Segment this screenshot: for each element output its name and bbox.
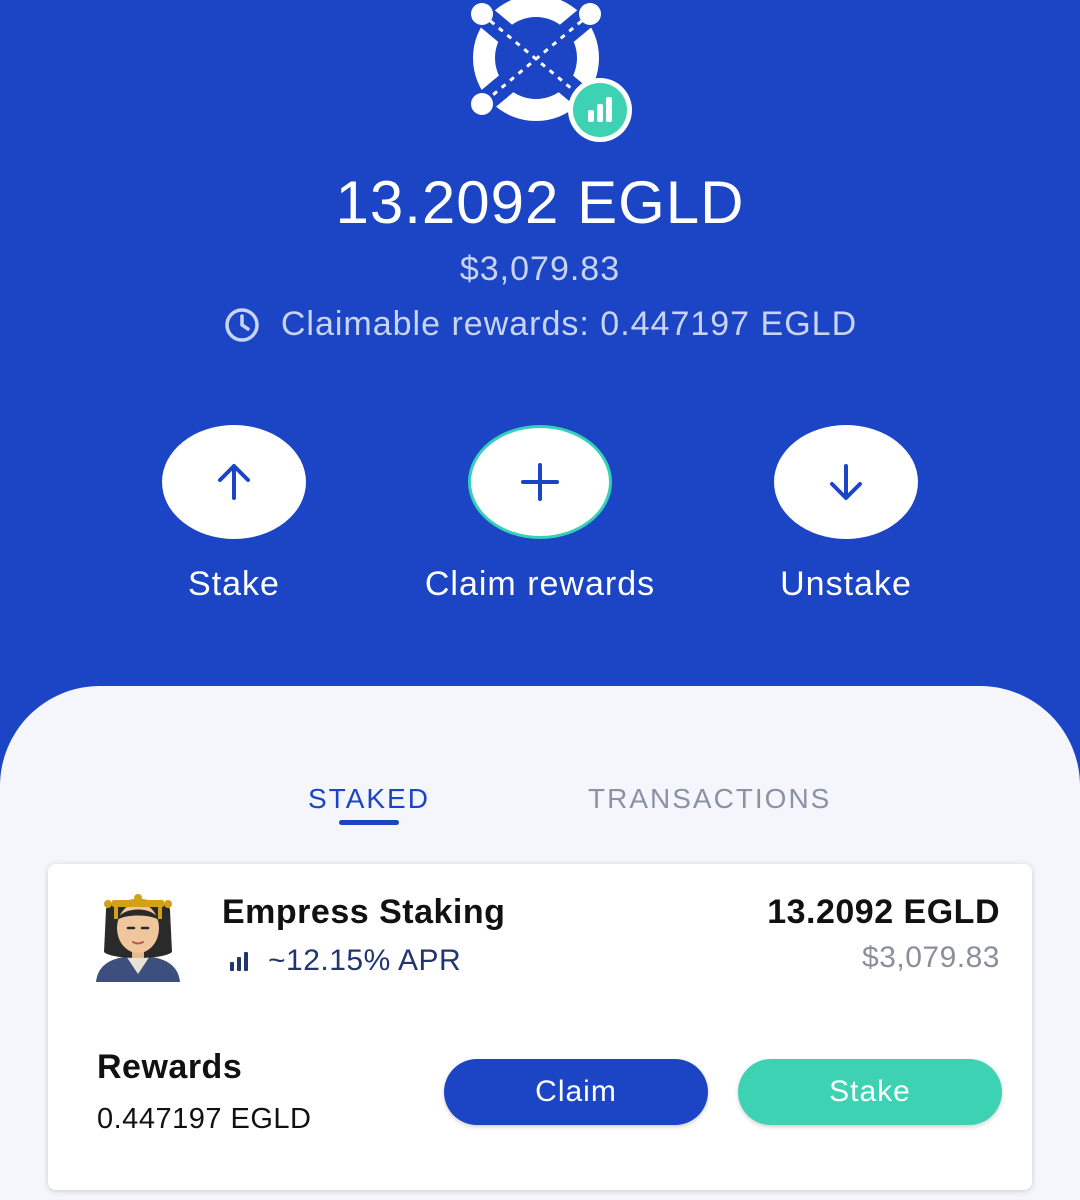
stake-button[interactable]: Stake bbox=[738, 1059, 1002, 1125]
stake-action-label: Stake bbox=[188, 565, 280, 603]
plus-icon bbox=[521, 463, 559, 501]
claim-rewards-action-button[interactable] bbox=[468, 425, 612, 539]
total-staked-fiat: $3,079.83 bbox=[459, 250, 621, 288]
unstake-action-button[interactable] bbox=[774, 425, 918, 539]
elrond-logo-icon bbox=[471, 0, 632, 142]
provider-apr-text: ~12.15% APR bbox=[268, 944, 462, 977]
claim-button[interactable]: Claim bbox=[444, 1059, 708, 1125]
signal-bars-icon bbox=[230, 952, 248, 971]
arrow-down-icon bbox=[830, 464, 862, 500]
unstake-action[interactable]: Unstake bbox=[696, 425, 996, 604]
rewards-value: 0.447197 EGLD bbox=[97, 1103, 312, 1135]
claim-rewards-action[interactable]: Claim rewards bbox=[390, 425, 690, 604]
tab-staked[interactable]: STAKED bbox=[308, 783, 430, 815]
clock-icon bbox=[225, 307, 259, 342]
provider-staked-amount: 13.2092 EGLD bbox=[767, 893, 1000, 931]
arrow-up-icon bbox=[218, 464, 250, 500]
rewards-label: Rewards bbox=[97, 1048, 243, 1086]
claimable-rewards: Claimable rewards: 0.447197 EGLD bbox=[0, 305, 1080, 344]
stake-action[interactable]: Stake bbox=[84, 425, 384, 604]
provider-apr: ~12.15% APR bbox=[228, 944, 461, 978]
claim-rewards-action-label: Claim rewards bbox=[424, 565, 656, 603]
tab-transactions[interactable]: TRANSACTIONS bbox=[588, 783, 831, 815]
stake-action-button[interactable] bbox=[162, 425, 306, 539]
unstake-action-label: Unstake bbox=[780, 565, 912, 603]
provider-staked-fiat: $3,079.83 bbox=[862, 941, 1000, 974]
active-tab-indicator bbox=[339, 820, 399, 825]
claimable-rewards-text: Claimable rewards: 0.447197 EGLD bbox=[280, 305, 858, 343]
total-staked-balance: 13.2092 EGLD bbox=[335, 169, 745, 236]
provider-name: Empress Staking bbox=[222, 893, 506, 931]
empress-avatar bbox=[96, 894, 180, 982]
